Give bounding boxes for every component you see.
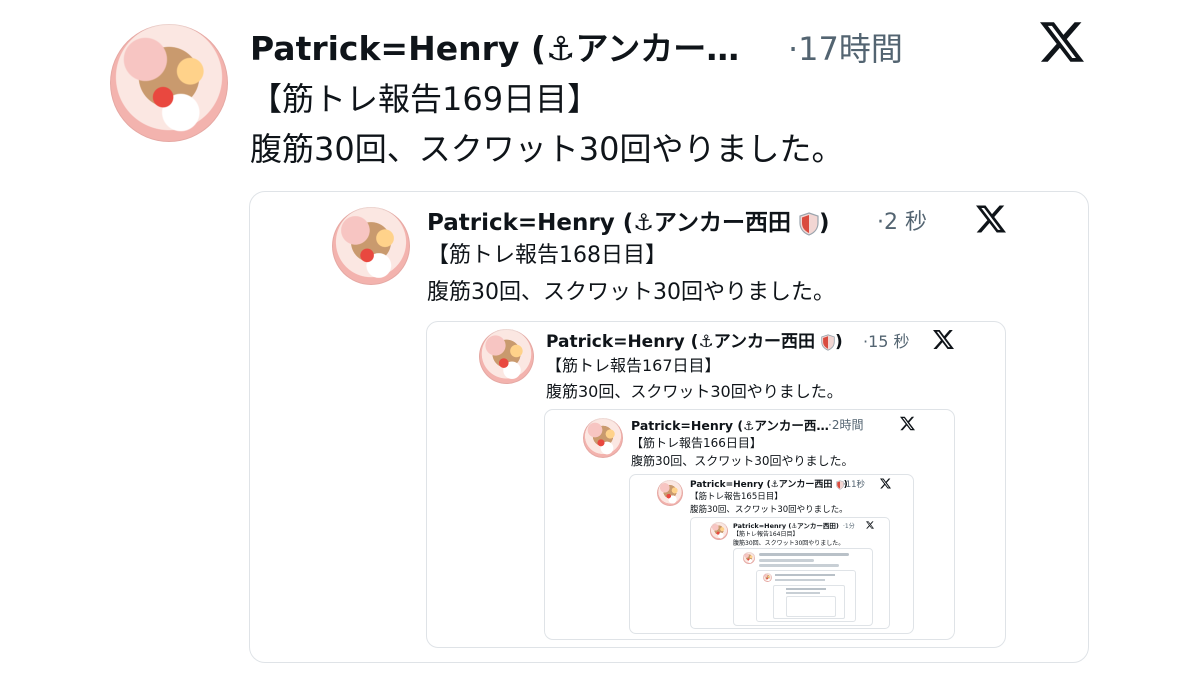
author-name[interactable]: Patrick=Henry (⚓アンカー西田 ) bbox=[427, 203, 830, 237]
time-text: 2時間 bbox=[831, 418, 864, 432]
anchor-icon: ⚓ bbox=[770, 480, 779, 490]
timestamp[interactable]: ·17時間 bbox=[788, 24, 903, 70]
author-name[interactable]: Patrick=Henry (⚓アンカー西田 ) bbox=[690, 477, 848, 490]
nested-name-line bbox=[759, 553, 849, 556]
nested-title-line bbox=[759, 559, 814, 562]
author-name-rest: アンカー西… bbox=[754, 418, 829, 433]
separator: · bbox=[877, 210, 884, 235]
timestamp[interactable]: ·2時間 bbox=[828, 416, 863, 433]
name-close-paren: ) bbox=[819, 210, 830, 236]
author-name-rest: アンカー西田 bbox=[778, 480, 833, 490]
x-logo-icon[interactable] bbox=[880, 478, 891, 489]
shield-icon bbox=[821, 333, 835, 351]
anchor-icon: ⚓ bbox=[633, 210, 654, 236]
author-name-text: Patrick=Henry ( bbox=[546, 332, 699, 352]
time-text: 17時間 bbox=[798, 30, 903, 68]
author-name[interactable]: Patrick=Henry (⚓アンカー西… bbox=[631, 415, 829, 434]
quote-card-8[interactable] bbox=[773, 585, 845, 619]
author-name-text: Patrick=Henry ( bbox=[690, 480, 771, 490]
anchor-icon: ⚓ bbox=[545, 29, 576, 68]
tweet-body: 腹筋30回、スクワット30回やりました。 bbox=[250, 130, 844, 168]
x-logo-icon[interactable] bbox=[1040, 20, 1084, 64]
avatar[interactable] bbox=[332, 207, 410, 285]
quote-card-7[interactable] bbox=[756, 570, 856, 622]
author-name-rest: アンカー西田 bbox=[713, 332, 816, 352]
separator: · bbox=[788, 30, 799, 68]
x-logo-icon[interactable] bbox=[900, 416, 915, 431]
author-name-text: Patrick=Henry ( bbox=[427, 210, 634, 236]
tweet-body: 腹筋30回、スクワット30回やりました。 bbox=[733, 540, 845, 547]
avatar[interactable] bbox=[743, 552, 755, 564]
time-text: 2 秒 bbox=[884, 210, 927, 235]
quote-card-6[interactable] bbox=[733, 548, 873, 626]
nested-body-line bbox=[775, 579, 825, 581]
tweet-title: 【筋トレ報告167日目】 bbox=[546, 356, 721, 375]
author-name-text: Patrick=Henry ( bbox=[631, 418, 744, 433]
quote-card-5[interactable]: Patrick=Henry (⚓アンカー西田) ·1分 【筋トレ報告164日目】… bbox=[690, 517, 890, 629]
anchor-icon: ⚓ bbox=[698, 332, 714, 352]
author-name[interactable]: Patrick=Henry (⚓アンカー… bbox=[250, 22, 739, 70]
author-name-rest: アンカー西田 bbox=[797, 522, 836, 530]
timestamp[interactable]: ·15 秒 bbox=[863, 328, 910, 352]
tweet-title: 【筋トレ報告164日目】 bbox=[733, 531, 799, 538]
quote-card-9[interactable] bbox=[786, 596, 836, 617]
tweet-title: 【筋トレ報告166日目】 bbox=[631, 436, 762, 450]
tweet-body: 腹筋30回、スクワット30回やりました。 bbox=[427, 280, 835, 305]
avatar[interactable] bbox=[710, 522, 728, 540]
time-text: 15 秒 bbox=[868, 332, 910, 351]
avatar[interactable] bbox=[583, 418, 623, 458]
time-text: 11秒 bbox=[845, 480, 866, 490]
tweet-title: 【筋トレ報告168日目】 bbox=[427, 243, 667, 268]
tweet-body: 腹筋30回、スクワット30回やりました。 bbox=[690, 505, 848, 515]
x-logo-icon[interactable] bbox=[933, 329, 954, 350]
tweet-title: 【筋トレ報告165日目】 bbox=[690, 492, 783, 502]
nested-name-line bbox=[786, 588, 826, 590]
author-name[interactable]: Patrick=Henry (⚓アンカー西田 ) bbox=[546, 327, 843, 352]
name-close-paren: ) bbox=[835, 522, 839, 530]
anchor-icon: ⚓ bbox=[743, 418, 755, 433]
avatar[interactable] bbox=[763, 573, 772, 582]
author-name-rest: アンカー西田 bbox=[653, 210, 791, 236]
tweet-title: 【筋トレ報告169日目】 bbox=[250, 80, 600, 118]
x-logo-icon[interactable] bbox=[866, 521, 874, 529]
nested-body-line bbox=[759, 564, 839, 567]
avatar[interactable] bbox=[479, 329, 534, 384]
x-logo-icon[interactable] bbox=[976, 204, 1006, 234]
timestamp[interactable]: ·2 秒 bbox=[877, 204, 927, 236]
name-close-paren: ) bbox=[834, 332, 843, 352]
shield-icon bbox=[799, 211, 819, 236]
timestamp[interactable]: ·11秒 bbox=[843, 478, 865, 490]
author-name-rest: アンカー… bbox=[575, 29, 740, 68]
timestamp[interactable]: ·1分 bbox=[843, 521, 855, 530]
avatar[interactable] bbox=[110, 24, 228, 142]
nested-name-line bbox=[775, 574, 835, 576]
nested-body-line bbox=[786, 592, 820, 594]
avatar[interactable] bbox=[657, 480, 683, 506]
tweet-body: 腹筋30回、スクワット30回やりました。 bbox=[546, 382, 843, 401]
author-name-text: Patrick=Henry ( bbox=[250, 29, 546, 68]
time-text: 1分 bbox=[844, 523, 855, 530]
tweet-body: 腹筋30回、スクワット30回やりました。 bbox=[631, 454, 854, 468]
